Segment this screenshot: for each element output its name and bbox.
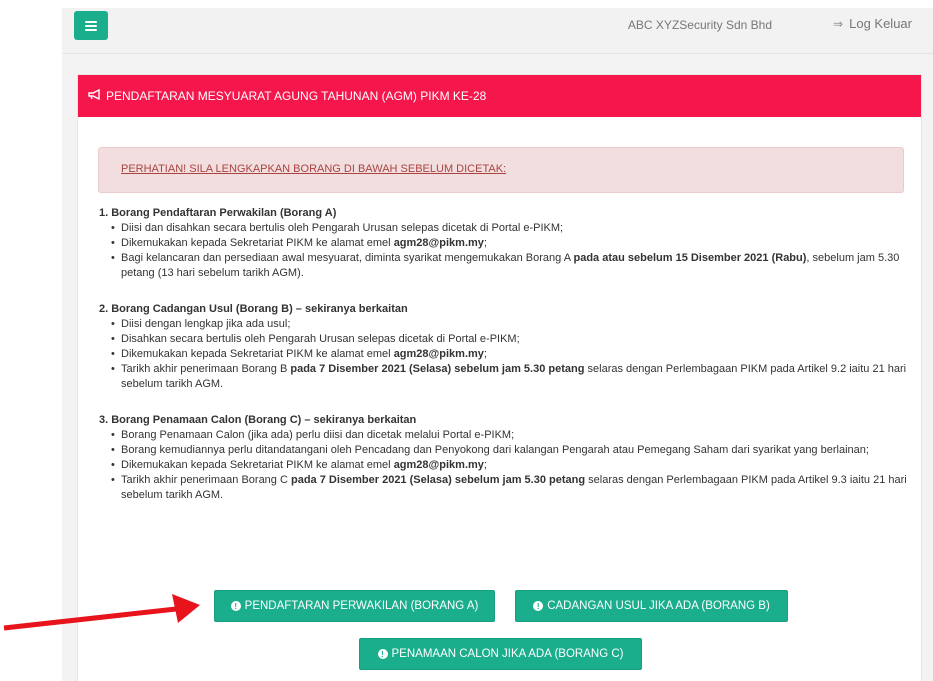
item-text: Bagi kelancaran dan persediaan awal mesy… [121, 252, 574, 264]
emphasis-text: agm28@pikm.my [393, 459, 484, 471]
list-item: Tarikh akhir penerimaan Borang C pada 7 … [111, 473, 909, 503]
item-text: Borang kemudiannya perlu ditandatangani … [121, 444, 869, 456]
item-text: Dikemukakan kepada Sekretariat PIKM ke a… [121, 459, 394, 471]
item-text: Borang Penamaan Calon (jika ada) perlu d… [121, 429, 515, 441]
list-item: Diisi dengan lengkap jika ada usul; [111, 317, 909, 332]
section-1: 1. Borang Pendaftaran Perwakilan (Borang… [99, 206, 909, 281]
list-item: Dikemukakan kepada Sekretariat PIKM ke a… [111, 236, 909, 251]
menu-toggle-button[interactable] [74, 11, 108, 40]
panel-title: PENDAFTARAN MESYUARAT AGUNG TAHUNAN (AGM… [106, 89, 487, 103]
emphasis-text: agm28@pikm.my [393, 348, 484, 360]
item-text: ; [483, 459, 487, 471]
red-arrow-annotation [3, 594, 200, 631]
section-title: 1. Borang Pendaftaran Perwakilan (Borang… [99, 207, 337, 219]
megaphone-icon [88, 88, 101, 103]
item-text: Diisi dengan lengkap jika ada usul; [121, 318, 291, 330]
item-text: Tarikh akhir penerimaan Borang C [121, 474, 291, 486]
list-item: Diisi dan disahkan secara bertulis oleh … [111, 221, 909, 236]
list-item: Borang kemudiannya perlu ditandatangani … [111, 443, 909, 458]
section-2: 2. Borang Cadangan Usul (Borang B) – sek… [99, 302, 909, 392]
borang-c-label: PENAMAAN CALON JIKA ADA (BORANG C) [391, 648, 624, 660]
list-item: Disahkan secara bertulis oleh Pengarah U… [111, 332, 909, 347]
top-navbar: ABC XYZSecurity Sdn Bhd ⇒ Log Keluar [62, 8, 933, 54]
item-text: Disahkan secara bertulis oleh Pengarah U… [121, 333, 520, 345]
list-item: Borang Penamaan Calon (jika ada) perlu d… [111, 428, 909, 443]
alert-text: PERHATIAN! SILA LENGKAPKAN BORANG DI BAW… [121, 163, 507, 175]
section-title: 2. Borang Cadangan Usul (Borang B) – sek… [99, 303, 408, 315]
exclamation-circle-icon: ! [377, 649, 388, 659]
warning-alert: PERHATIAN! SILA LENGKAPKAN BORANG DI BAW… [98, 147, 904, 193]
sign-out-icon: ⇒ [833, 16, 844, 31]
section-3: 3. Borang Penamaan Calon (Borang C) – se… [99, 413, 909, 503]
section-list: Diisi dengan lengkap jika ada usul; Disah… [99, 317, 909, 392]
section-list: Borang Penamaan Calon (jika ada) perlu d… [99, 428, 909, 503]
company-name: ABC XYZSecurity Sdn Bhd [627, 18, 772, 32]
item-text: Dikemukakan kepada Sekretariat PIKM ke a… [121, 237, 394, 249]
borang-b-label: CADANGAN USUL JIKA ADA (BORANG B) [547, 600, 770, 612]
borang-c-button[interactable]: ! PENAMAAN CALON JIKA ADA (BORANG C) [359, 638, 642, 670]
item-text: Diisi dan disahkan secara bertulis oleh … [121, 222, 564, 234]
emphasis-text: pada atau sebelum 15 Disember 2021 (Rabu… [573, 252, 807, 264]
instruction-sections: 1. Borang Pendaftaran Perwakilan (Borang… [99, 206, 909, 524]
item-text: Dikemukakan kepada Sekretariat PIKM ke a… [121, 348, 394, 360]
emphasis-text: pada 7 Disember 2021 (Selasa) sebelum ja… [290, 363, 585, 375]
item-text: Tarikh akhir penerimaan Borang B [121, 363, 291, 375]
list-item: Tarikh akhir penerimaan Borang B pada 7 … [111, 362, 909, 392]
borang-b-button[interactable]: ! CADANGAN USUL JIKA ADA (BORANG B) [515, 590, 788, 622]
exclamation-circle-icon: ! [533, 601, 544, 611]
hamburger-icon [85, 20, 97, 31]
emphasis-text: pada 7 Disember 2021 (Selasa) sebelum ja… [290, 474, 586, 486]
section-list: Diisi dan disahkan secara bertulis oleh … [99, 221, 909, 281]
logout-label: Log Keluar [849, 16, 912, 31]
list-item: Bagi kelancaran dan persediaan awal mesy… [111, 251, 909, 281]
section-title: 3. Borang Penamaan Calon (Borang C) – se… [99, 414, 417, 426]
item-text: ; [483, 348, 487, 360]
panel-header: PENDAFTARAN MESYUARAT AGUNG TAHUNAN (AGM… [78, 75, 921, 117]
borang-a-button[interactable]: ! PENDAFTARAN PERWAKILAN (BORANG A) [214, 590, 495, 622]
logout-link[interactable]: ⇒ Log Keluar [833, 16, 912, 31]
borang-a-label: PENDAFTARAN PERWAKILAN (BORANG A) [244, 600, 479, 612]
list-item: Dikemukakan kepada Sekretariat PIKM ke a… [111, 347, 909, 362]
list-item: Dikemukakan kepada Sekretariat PIKM ke a… [111, 458, 909, 473]
item-text: ; [483, 237, 487, 249]
emphasis-text: agm28@pikm.my [393, 237, 484, 249]
exclamation-circle-icon: ! [230, 601, 241, 611]
